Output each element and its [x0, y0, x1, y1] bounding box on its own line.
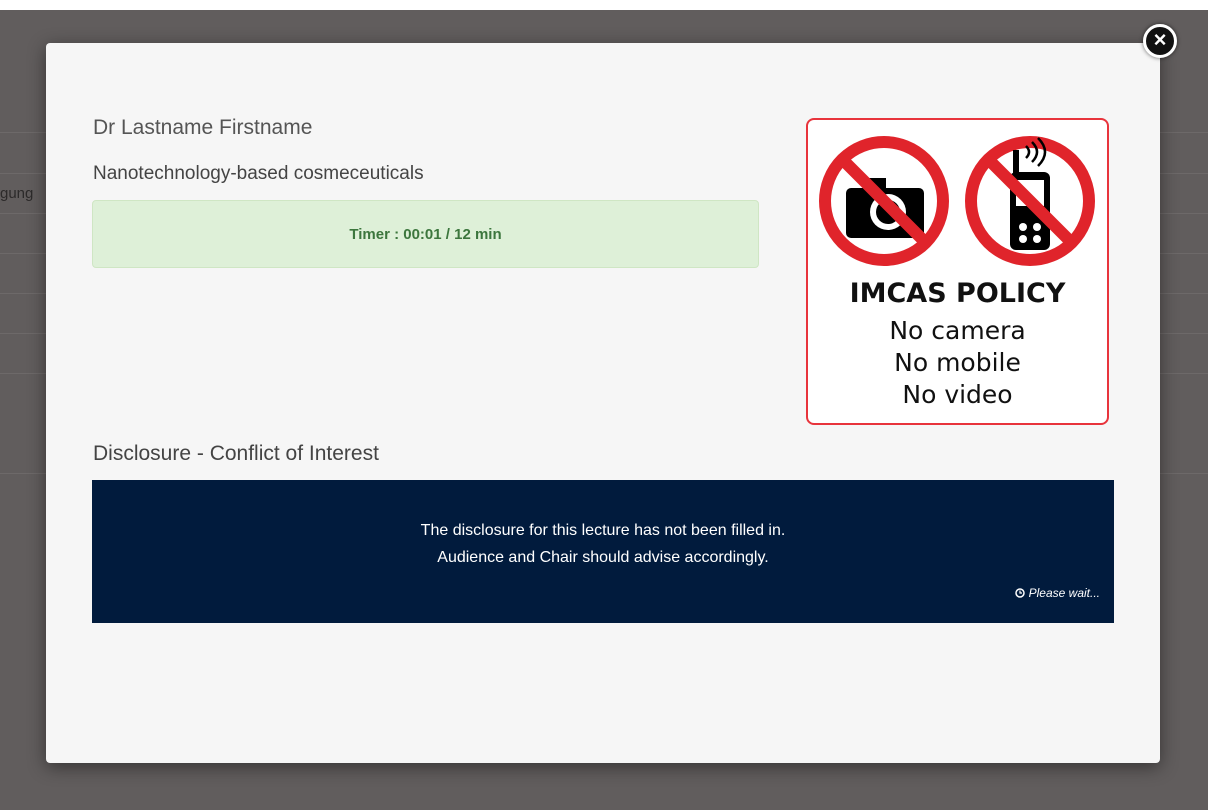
no-camera-icon	[819, 136, 949, 266]
please-wait-indicator: Please wait...	[1014, 586, 1100, 600]
disclosure-panel: The disclosure for this lecture has not …	[92, 480, 1114, 623]
screen: gung × Dr Lastname Firstname Nanotechnol…	[0, 0, 1208, 810]
policy-card: IMCAS POLICY No camera No mobile No vide…	[806, 118, 1109, 425]
policy-line-camera: No camera	[889, 316, 1026, 345]
speaker-name: Dr Lastname Firstname	[93, 116, 313, 139]
no-mobile-icon	[965, 136, 1095, 266]
please-wait-text: Please wait...	[1028, 586, 1100, 600]
timer-text: Timer : 00:01 / 12 min	[349, 225, 502, 243]
lecture-title: Nanotechnology-based cosmeceuticals	[93, 163, 424, 184]
lecture-modal: Dr Lastname Firstname Nanotechnology-bas…	[46, 43, 1160, 763]
policy-line-mobile: No mobile	[894, 348, 1021, 377]
policy-line-video: No video	[902, 380, 1013, 409]
disclosure-message-line2: Audience and Chair should advise accordi…	[437, 549, 769, 566]
timer-alert: Timer : 00:01 / 12 min	[92, 200, 759, 268]
clock-icon	[1014, 588, 1025, 598]
policy-icons	[819, 136, 1095, 266]
background-partial-text: gung	[0, 185, 34, 202]
disclosure-message-line1: The disclosure for this lecture has not …	[420, 522, 786, 539]
close-icon[interactable]: ×	[1143, 24, 1177, 58]
policy-title: IMCAS POLICY	[849, 278, 1066, 309]
browser-top-strip	[0, 0, 1208, 10]
disclosure-heading: Disclosure - Conflict of Interest	[93, 442, 379, 465]
